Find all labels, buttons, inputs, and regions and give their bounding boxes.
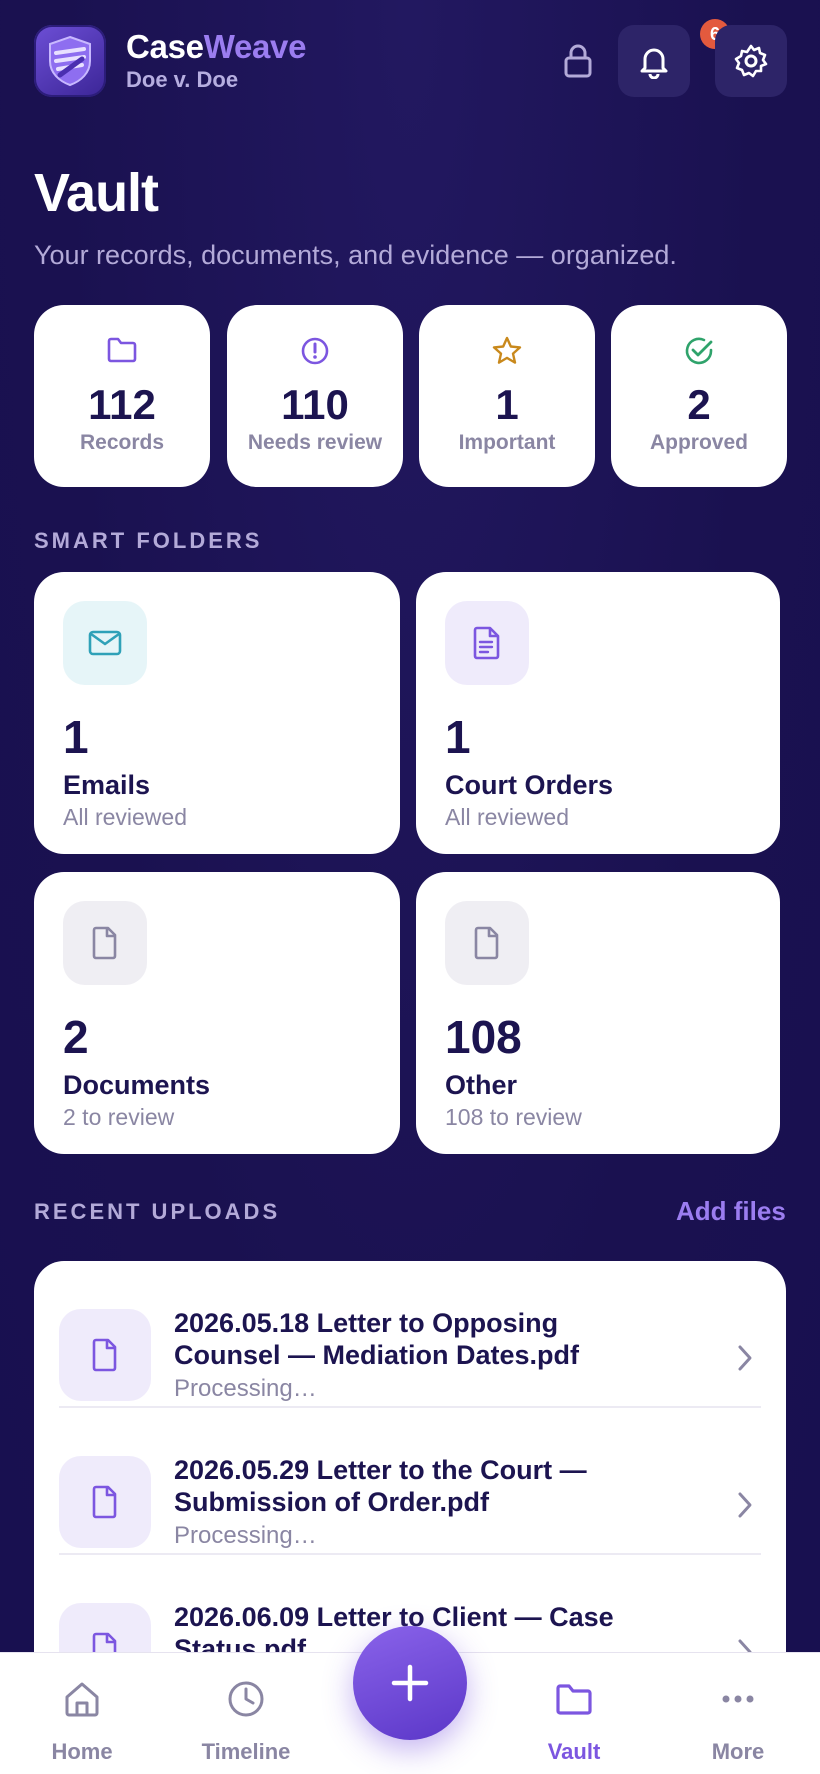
stat-value: 1	[495, 381, 519, 428]
bell-icon	[640, 48, 668, 79]
home-icon	[65, 1682, 99, 1717]
nav-timeline[interactable]: Timeline	[176, 1653, 316, 1774]
stat-label: Important	[458, 431, 556, 454]
folder-status: 108 to review	[445, 1104, 582, 1130]
upload-file-tile	[59, 1456, 151, 1548]
add-button[interactable]	[353, 1626, 467, 1740]
check-circle-icon	[685, 337, 713, 365]
folder-icon-tile	[445, 601, 529, 685]
add-files-button[interactable]: Add files	[676, 1196, 786, 1227]
page-title: Vault	[34, 163, 159, 223]
upload-status: Processing…	[174, 1375, 317, 1402]
list-item[interactable]: 2026.05.18 Letter to Opposing Counsel — …	[59, 1261, 761, 1408]
nav-label: Vault	[547, 1739, 601, 1764]
document-text-icon	[473, 626, 500, 660]
stat-value: 110	[281, 381, 349, 428]
stat-needs-review[interactable]: 110 Needs review	[227, 305, 403, 487]
case-name[interactable]: Doe v. Doe	[126, 67, 306, 93]
nav-label: Home	[51, 1739, 113, 1764]
lock-icon[interactable]	[560, 41, 596, 81]
notifications-button[interactable]	[618, 25, 690, 97]
folder-status: 2 to review	[63, 1104, 175, 1130]
stat-label: Records	[79, 431, 165, 454]
folder-name: Other	[445, 1070, 518, 1100]
folder-court-orders[interactable]: 1 Court Orders All reviewed	[416, 572, 780, 854]
stat-value: 2	[687, 381, 711, 428]
app-header: CaseWeave Doe v. Doe 6	[34, 19, 787, 97]
folder-status: All reviewed	[63, 804, 187, 830]
file-icon	[92, 1485, 117, 1519]
smart-folders-label: SMART FOLDERS	[34, 528, 263, 553]
stats-row: 112 Records 110 Needs review 1 Important	[34, 305, 787, 487]
nav-label: More	[711, 1739, 765, 1764]
file-icon	[92, 1338, 117, 1372]
folder-count: 108	[445, 1011, 522, 1063]
folder-icon	[556, 1684, 592, 1715]
brand-part2: Weave	[203, 28, 307, 65]
star-icon	[492, 336, 522, 364]
stat-important[interactable]: 1 Important	[419, 305, 595, 487]
folder-other[interactable]: 108 Other 108 to review	[416, 872, 780, 1154]
nav-home[interactable]: Home	[12, 1653, 152, 1774]
page-subtitle: Your records, documents, and evidence — …	[34, 240, 677, 270]
upload-file-tile	[59, 1309, 151, 1401]
upload-status: Processing…	[174, 1522, 317, 1549]
vault-screen: CaseWeave Doe v. Doe 6 Vault Your record…	[0, 0, 820, 1774]
nav-vault[interactable]: Vault	[504, 1653, 644, 1774]
gear-icon	[734, 44, 768, 78]
folder-emails[interactable]: 1 Emails All reviewed	[34, 572, 400, 854]
file-icon	[474, 926, 499, 960]
folder-icon	[107, 337, 137, 363]
list-item[interactable]: 2026.05.29 Letter to the Court — Submiss…	[59, 1408, 761, 1555]
stat-value: 112	[88, 381, 156, 428]
shield-logo-icon[interactable]	[34, 25, 106, 97]
nav-label: Timeline	[201, 1739, 291, 1764]
chevron-right-icon	[738, 1492, 752, 1518]
recent-uploads-label: RECENT UPLOADS	[34, 1199, 281, 1224]
mail-icon	[88, 630, 122, 656]
folder-count: 2	[63, 1011, 89, 1063]
clock-icon	[228, 1681, 264, 1717]
stat-label: Needs review	[247, 431, 383, 454]
settings-button[interactable]	[715, 25, 787, 97]
stat-records[interactable]: 112 Records	[34, 305, 210, 487]
folder-icon-tile	[63, 901, 147, 985]
file-icon	[92, 926, 117, 960]
folder-name: Court Orders	[445, 770, 614, 800]
folder-status: All reviewed	[445, 804, 569, 830]
alert-circle-icon	[301, 337, 329, 365]
chevron-right-icon	[738, 1345, 752, 1371]
nav-more[interactable]: More	[668, 1653, 808, 1774]
folder-name: Emails	[63, 770, 151, 800]
brand-name: CaseWeave	[126, 27, 306, 67]
stat-label: Approved	[649, 431, 748, 454]
stat-approved[interactable]: 2 Approved	[611, 305, 787, 487]
folder-icon-tile	[63, 601, 147, 685]
folder-count: 1	[445, 711, 471, 763]
brand-block: CaseWeave Doe v. Doe	[126, 27, 306, 93]
plus-icon	[391, 1664, 429, 1702]
folder-documents[interactable]: 2 Documents 2 to review	[34, 872, 400, 1154]
more-dots-icon	[722, 1695, 754, 1703]
upload-title: 2026.05.29 Letter to the Court — Submiss…	[174, 1455, 587, 1517]
brand-part1: Case	[126, 28, 204, 65]
folder-icon-tile	[445, 901, 529, 985]
upload-title: 2026.05.18 Letter to Opposing Counsel — …	[174, 1308, 580, 1370]
folder-count: 1	[63, 711, 89, 763]
folder-name: Documents	[63, 1070, 211, 1100]
